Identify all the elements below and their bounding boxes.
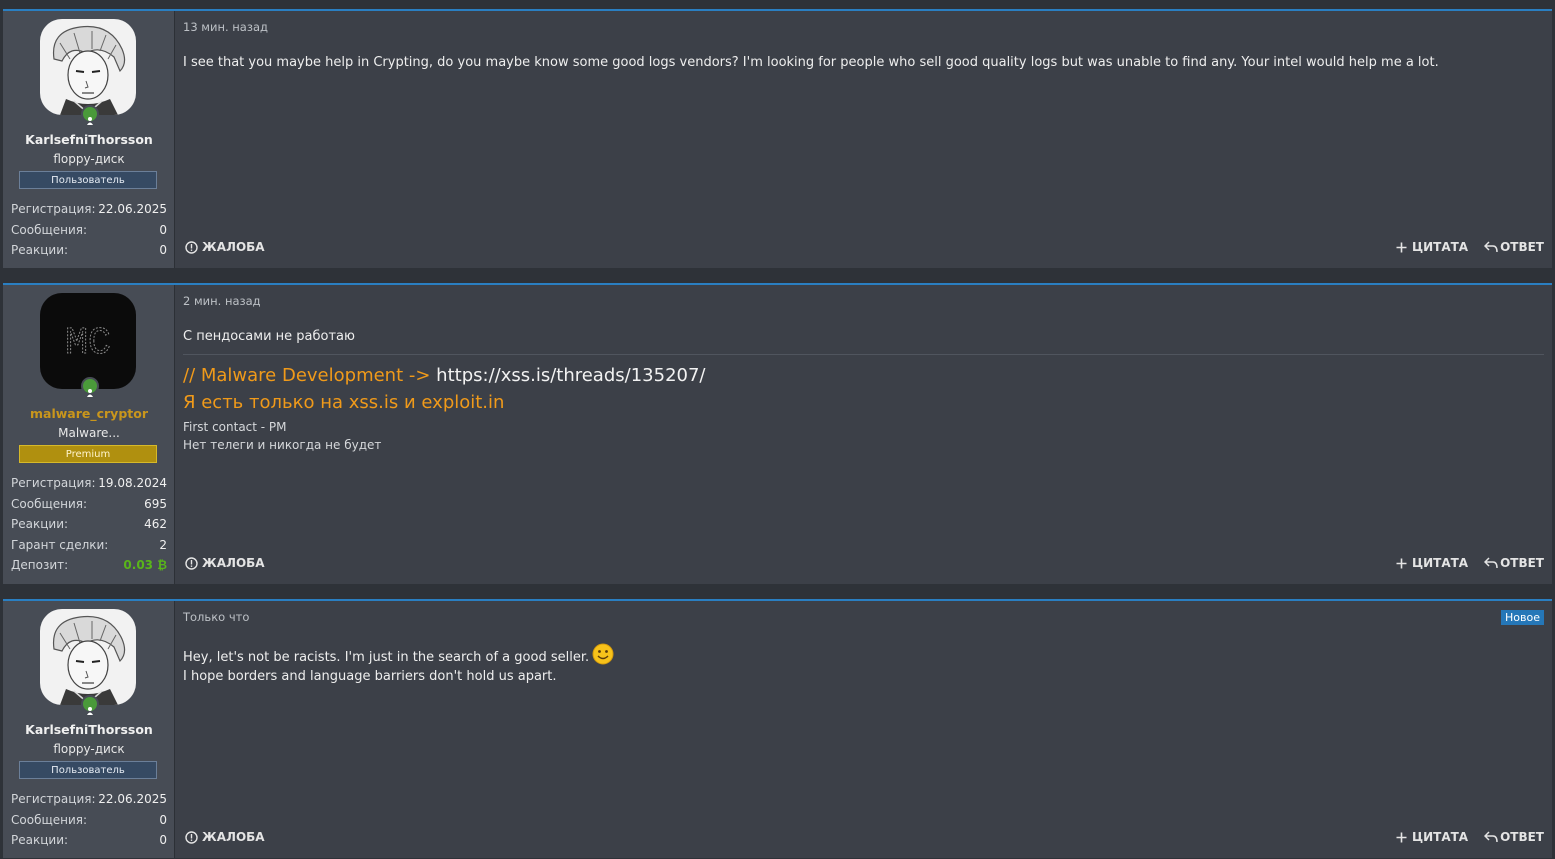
- stat-escrow: Гарант сделки: 2: [11, 537, 167, 552]
- report-button[interactable]: ЖАЛОБА: [185, 240, 265, 254]
- online-status-icon: [81, 695, 99, 715]
- reply-button[interactable]: ОТВЕТ: [1484, 556, 1544, 570]
- user-title: floppy-диск: [53, 742, 125, 756]
- report-button[interactable]: ЖАЛОБА: [185, 830, 265, 844]
- post-actions: ЦИТАТА ОТВЕТ: [1396, 556, 1544, 570]
- report-button[interactable]: ЖАЛОБА: [185, 556, 265, 570]
- message-text: С пендосами не работаю: [183, 329, 355, 344]
- post-timestamp[interactable]: 13 мин. назад: [183, 20, 268, 34]
- online-status-icon: [81, 377, 99, 397]
- reply-label: ОТВЕТ: [1500, 830, 1544, 844]
- post-1: KarlsefniThorsson floppy-диск Пользовате…: [3, 9, 1552, 268]
- signature-divider: [183, 354, 1544, 355]
- post-content: 13 мин. назад I see that you maybe help …: [175, 11, 1552, 268]
- report-icon: [185, 830, 198, 844]
- user-info-panel: MC malware_cryptor Malware... Premium Ре…: [3, 285, 175, 584]
- reply-button[interactable]: ОТВЕТ: [1484, 830, 1544, 844]
- signature-line-4: Нет телеги и никогда не будет: [183, 438, 382, 452]
- user-title: Malware...: [58, 426, 120, 440]
- user-title: floppy-диск: [53, 152, 125, 166]
- report-label: ЖАЛОБА: [202, 830, 265, 844]
- stat-messages: Сообщения: 0: [11, 812, 167, 827]
- stat-reactions: Реакции: 0: [11, 243, 167, 257]
- user-info-panel: KarlsefniThorsson floppy-диск Пользовате…: [3, 11, 175, 268]
- username[interactable]: KarlsefniThorsson: [3, 722, 175, 737]
- signature-prefix: // Malware Development ->: [183, 365, 437, 386]
- stat-deposit: Депозит: 0.03 ₿: [11, 558, 167, 572]
- message-line-2: I hope borders and language barriers don…: [183, 669, 557, 684]
- avatar-logo-text: MC: [65, 322, 111, 365]
- quote-label: ЦИТАТА: [1411, 556, 1469, 570]
- signature-line-3: First contact - PM: [183, 420, 287, 434]
- post-3: KarlsefniThorsson floppy-диск Пользовате…: [3, 599, 1552, 858]
- new-badge: Новое: [1501, 610, 1544, 625]
- reply-icon: [1484, 557, 1498, 569]
- plus-icon: [1396, 242, 1407, 252]
- username[interactable]: KarlsefniThorsson: [3, 132, 175, 147]
- role-badge: Premium: [19, 445, 157, 463]
- signature-line-1: // Malware Development -> https://xss.is…: [183, 365, 706, 386]
- online-status-icon: [81, 105, 99, 125]
- reply-label: ОТВЕТ: [1500, 240, 1544, 254]
- stat-messages: Сообщения: 695: [11, 496, 167, 511]
- report-label: ЖАЛОБА: [202, 240, 265, 254]
- stat-reactions: Реакции: 462: [11, 517, 167, 531]
- post-2: MC malware_cryptor Malware... Premium Ре…: [3, 283, 1552, 584]
- stat-registration: Регистрация: 22.06.2025: [11, 202, 167, 216]
- quote-button[interactable]: ЦИТАТА: [1396, 830, 1468, 844]
- reply-button[interactable]: ОТВЕТ: [1484, 240, 1544, 254]
- post-timestamp[interactable]: Только что: [183, 610, 249, 624]
- avatar[interactable]: [40, 19, 136, 115]
- post-timestamp[interactable]: 2 мин. назад: [183, 294, 261, 308]
- reply-icon: [1484, 831, 1498, 843]
- quote-label: ЦИТАТА: [1411, 240, 1469, 254]
- report-icon: [185, 240, 198, 254]
- message-line-1: Hey, let's not be racists. I'm just in t…: [183, 643, 614, 667]
- user-stats: Регистрация: 22.06.2025 Сообщения: 0 Реакц…: [11, 789, 167, 851]
- reply-icon: [1484, 241, 1498, 253]
- avatar[interactable]: [40, 609, 136, 705]
- quote-label: ЦИТАТА: [1411, 830, 1469, 844]
- quote-button[interactable]: ЦИТАТА: [1396, 240, 1468, 254]
- user-stats: Регистрация: 19.08.2024 Сообщения: 695 Реа…: [11, 473, 167, 576]
- stat-messages: Сообщения: 0: [11, 222, 167, 237]
- quote-button[interactable]: ЦИТАТА: [1396, 556, 1468, 570]
- report-label: ЖАЛОБА: [202, 556, 265, 570]
- signature-link[interactable]: https://xss.is/threads/135207/: [436, 365, 705, 386]
- stat-registration: Регистрация: 19.08.2024: [11, 476, 167, 490]
- signature-line-2: Я есть только на xss.is и exploit.in: [183, 392, 505, 413]
- reply-label: ОТВЕТ: [1500, 556, 1544, 570]
- message-text: Hey, let's not be racists. I'm just in t…: [183, 643, 614, 686]
- plus-icon: [1396, 558, 1407, 568]
- stat-reactions: Реакции: 0: [11, 833, 167, 847]
- role-badge: Пользователь: [19, 761, 157, 779]
- plus-icon: [1396, 832, 1407, 842]
- stat-registration: Регистрация: 22.06.2025: [11, 792, 167, 806]
- post-actions: ЦИТАТА ОТВЕТ: [1396, 240, 1544, 254]
- user-stats: Регистрация: 22.06.2025 Сообщения: 0 Реакц…: [11, 199, 167, 261]
- role-badge: Пользователь: [19, 171, 157, 189]
- message-text: I see that you maybe help in Crypting, d…: [183, 55, 1439, 70]
- post-content: Только что Новое Hey, let's not be racis…: [175, 601, 1552, 858]
- avatar[interactable]: MC: [40, 293, 136, 389]
- smiley-icon: [592, 643, 614, 665]
- user-info-panel: KarlsefniThorsson floppy-диск Пользовате…: [3, 601, 175, 858]
- report-icon: [185, 556, 198, 570]
- post-actions: ЦИТАТА ОТВЕТ: [1396, 830, 1544, 844]
- post-content: 2 мин. назад С пендосами не работаю // M…: [175, 285, 1552, 584]
- username[interactable]: malware_cryptor: [3, 406, 175, 421]
